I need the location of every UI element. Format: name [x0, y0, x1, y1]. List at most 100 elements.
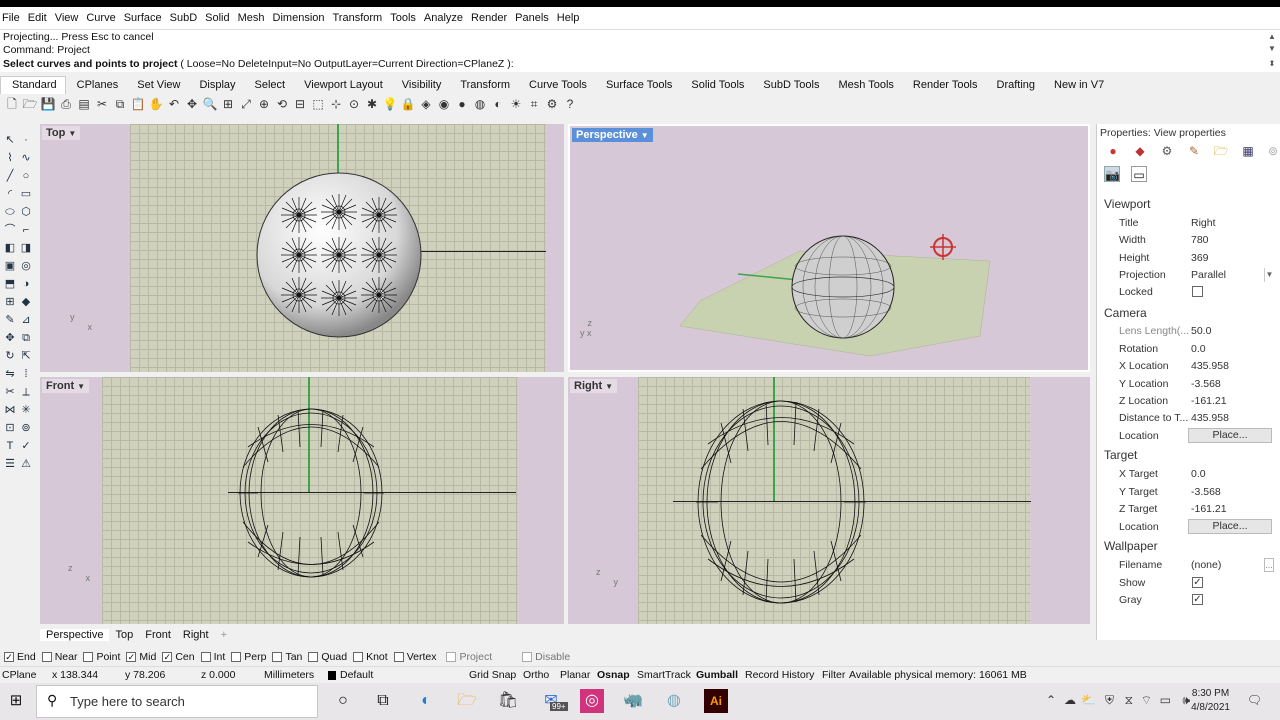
chevron-down-icon[interactable]: ▼: [1264, 268, 1274, 282]
text-icon[interactable]: T: [2, 438, 18, 454]
tab-cplanes[interactable]: CPlanes: [66, 79, 127, 94]
projection-select[interactable]: Parallel: [1190, 269, 1274, 284]
join-icon[interactable]: ⋈: [2, 402, 18, 418]
grid-snap-icon[interactable]: ⊙: [345, 96, 363, 112]
viewport-right[interactable]: z y Right ▼: [568, 377, 1090, 624]
smarttrack-toggle[interactable]: SmartTrack: [637, 669, 691, 681]
notifications-icon[interactable]: 🗨: [1247, 693, 1262, 707]
menu-file[interactable]: File: [2, 12, 26, 24]
osnap-int[interactable]: Int: [200, 651, 225, 663]
osnap-end[interactable]: ✓ End: [4, 651, 36, 663]
sphere-object[interactable]: [696, 399, 866, 605]
tab-select[interactable]: Select: [244, 79, 294, 94]
sphere-icon[interactable]: ◎: [18, 258, 34, 274]
sun-icon[interactable]: ☀: [507, 96, 525, 112]
windows-start-icon[interactable]: ⊞: [4, 689, 28, 713]
osnap-checkbox[interactable]: ✓: [126, 652, 137, 662]
osnap-checkbox[interactable]: [353, 652, 364, 662]
tab-set-view[interactable]: Set View: [126, 79, 188, 94]
cortana-icon[interactable]: ○: [331, 689, 355, 713]
osnap-checkbox[interactable]: ✓: [162, 652, 173, 662]
gumball-toggle[interactable]: Gumball: [696, 669, 738, 681]
line-icon[interactable]: ╱: [2, 168, 18, 184]
viewport-tab-perspective[interactable]: Perspective: [40, 629, 110, 641]
polygon-icon[interactable]: ⬡: [18, 204, 34, 220]
viewport-tab-top[interactable]: Top: [109, 629, 139, 641]
add-viewport-icon[interactable]: +: [215, 629, 233, 641]
osnap-checkbox[interactable]: ✓: [4, 652, 14, 662]
ellipse-icon[interactable]: ⬭: [2, 204, 18, 220]
subd-icon[interactable]: ◆: [18, 294, 34, 310]
chevron-down-icon[interactable]: ▼: [641, 131, 649, 140]
split-icon[interactable]: ⟂: [18, 384, 34, 400]
osnap-checkbox[interactable]: [41, 652, 52, 662]
app-icon-blue[interactable]: ◍: [662, 689, 686, 713]
lens-field[interactable]: 50.0: [1190, 325, 1274, 340]
osnap-vertex[interactable]: Vertex: [393, 651, 436, 663]
menu-dimension[interactable]: Dimension: [273, 12, 331, 24]
color-wheel-icon[interactable]: ◉: [435, 96, 453, 112]
units-label[interactable]: Millimeters: [264, 669, 314, 681]
cut-icon[interactable]: ✂: [93, 96, 111, 112]
paste-icon[interactable]: 📋: [129, 96, 147, 112]
taskbar-clock[interactable]: 8:30 PM 4/8/2021: [1191, 687, 1230, 715]
osnap-disable[interactable]: Disable: [522, 651, 570, 663]
undo-icon[interactable]: ↶: [165, 96, 183, 112]
surface-icon[interactable]: ◧: [2, 240, 18, 256]
menu-solid[interactable]: Solid: [205, 12, 235, 24]
tab-visibility[interactable]: Visibility: [391, 79, 450, 94]
menu-edit[interactable]: Edit: [28, 12, 53, 24]
copy-tool-icon[interactable]: ⧉: [18, 330, 34, 346]
print-icon[interactable]: ⎙: [57, 96, 75, 112]
light-icon[interactable]: 💡: [381, 96, 399, 112]
sphere-object[interactable]: [238, 407, 384, 579]
osnap-project[interactable]: Project: [446, 651, 492, 663]
osnap-tan[interactable]: Tan: [272, 651, 302, 663]
tab-surface-tools[interactable]: Surface Tools: [595, 79, 680, 94]
viewport-front[interactable]: z x Front ▼: [40, 377, 564, 624]
tab-mesh-tools[interactable]: Mesh Tools: [827, 79, 901, 94]
boolean-icon[interactable]: ◑: [18, 276, 34, 292]
rotation-field[interactable]: 0.0: [1190, 343, 1274, 358]
zoom-selected-icon[interactable]: ⊕: [255, 96, 273, 112]
menu-tools[interactable]: Tools: [390, 12, 422, 24]
dimension-icon[interactable]: ⌗: [525, 96, 543, 112]
spin-icon[interactable]: ⬍: [1266, 59, 1278, 68]
pan-hand-icon[interactable]: ✋: [147, 96, 165, 112]
viewport-perspective[interactable]: zy x Perspective ▼: [568, 124, 1090, 372]
y-location-field[interactable]: -3.568: [1190, 378, 1274, 393]
point-icon[interactable]: ·: [18, 132, 34, 148]
title-field[interactable]: Right: [1190, 217, 1274, 232]
chevron-down-icon[interactable]: ▼: [605, 382, 613, 391]
tab-new-in-v7[interactable]: New in V7: [1043, 79, 1112, 94]
select-icon[interactable]: ⬚: [309, 96, 327, 112]
osnap-toggle[interactable]: Osnap: [597, 669, 630, 681]
menu-transform[interactable]: Transform: [333, 12, 389, 24]
z-target-field[interactable]: -161.21: [1190, 503, 1274, 518]
scroll-down-icon[interactable]: ▼: [1266, 44, 1278, 53]
x-location-field[interactable]: 435.958: [1190, 360, 1274, 375]
image-icon[interactable]: ▦: [1240, 143, 1256, 159]
tab-solid-tools[interactable]: Solid Tools: [680, 79, 752, 94]
new-file-icon[interactable]: 🗋: [3, 96, 21, 112]
viewport-layout-icon[interactable]: ⊟: [291, 96, 309, 112]
illustrator-icon[interactable]: Ai: [704, 689, 728, 713]
locked-checkbox[interactable]: [1192, 286, 1203, 297]
render-settings-icon[interactable]: ⚙: [1159, 143, 1175, 159]
help-icon[interactable]: ?: [561, 96, 579, 112]
osnap-knot[interactable]: Knot: [353, 651, 388, 663]
menu-panels[interactable]: Panels: [515, 12, 555, 24]
material-icon[interactable]: ◆: [1132, 143, 1148, 159]
camera-icon[interactable]: 📷: [1104, 166, 1120, 182]
pan-icon[interactable]: ✥: [183, 96, 201, 112]
offset-icon[interactable]: ⌐: [18, 222, 34, 238]
circle-icon[interactable]: ○: [18, 168, 34, 184]
loft-icon[interactable]: ◨: [18, 240, 34, 256]
osnap-cen[interactable]: ✓ Cen: [162, 651, 195, 663]
group-icon[interactable]: ⊡: [2, 420, 18, 436]
osnap-perp[interactable]: Perp: [231, 651, 266, 663]
cplane-label[interactable]: CPlane: [2, 669, 36, 681]
viewport-tab-right[interactable]: Right: [177, 629, 215, 641]
tab-standard[interactable]: Standard: [0, 76, 66, 94]
target-place-button[interactable]: Place...: [1188, 519, 1272, 534]
